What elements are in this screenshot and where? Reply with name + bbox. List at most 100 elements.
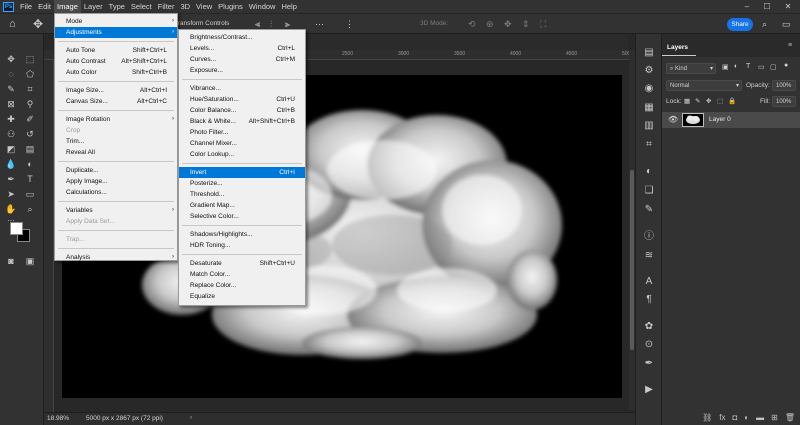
healing-brush-icon[interactable]: ✚ — [5, 113, 17, 125]
layer-style-icon[interactable]: fx — [719, 413, 725, 422]
menu-item-selective-color[interactable]: Selective Color... — [179, 211, 305, 222]
menu-item-apply-image[interactable]: Apply Image... — [55, 176, 177, 187]
menu-item-calculations[interactable]: Calculations... — [55, 187, 177, 198]
menu-3d[interactable]: 3D — [177, 0, 193, 13]
menu-item-canvas-size[interactable]: Canvas Size... Alt+Ctrl+C — [55, 96, 177, 107]
brushes-icon[interactable]: ✎ — [643, 204, 655, 216]
lasso-tool-icon[interactable]: ◌ — [5, 68, 17, 80]
eyedropper-tool-icon[interactable]: ⚲ — [24, 98, 36, 110]
menu-item-desaturate[interactable]: Desaturate Shift+Ctrl+U — [179, 258, 305, 269]
layer-mask-icon[interactable]: ◘ — [732, 413, 737, 422]
opacity-input[interactable]: 100% — [772, 80, 796, 91]
brush-tool-icon[interactable]: ✐ — [24, 113, 36, 125]
menu-image[interactable]: Image — [54, 0, 81, 13]
swatches-icon[interactable]: ▦ — [643, 102, 655, 114]
vertical-ruler[interactable] — [44, 60, 54, 412]
menu-edit[interactable]: Edit — [35, 0, 54, 13]
menu-item-equalize[interactable]: Equalize — [179, 291, 305, 302]
distribute-icon[interactable]: ⋯ — [315, 19, 324, 30]
filter-toggle-icon[interactable]: ● — [784, 62, 788, 69]
history-icon[interactable]: ▤ — [643, 47, 655, 59]
menu-item-vibrance[interactable]: Vibrance... — [179, 83, 305, 94]
share-button[interactable]: Share — [727, 18, 753, 31]
lock-position-icon[interactable]: ✥ — [706, 97, 711, 105]
pen-tool-icon[interactable]: ✒ — [5, 173, 17, 185]
filter-adjustment-icon[interactable]: ◐ — [734, 63, 738, 70]
menu-item-analysis[interactable]: Analysis › — [55, 252, 177, 263]
menu-item-auto-color[interactable]: Auto Color Shift+Ctrl+B — [55, 67, 177, 78]
menu-plugins[interactable]: Plugins — [215, 0, 246, 13]
new-layer-icon[interactable]: ⊞ — [771, 413, 778, 422]
navigator-icon[interactable]: ⊙ — [643, 339, 655, 351]
tab-layers[interactable]: Layers — [662, 41, 696, 56]
new-adjustment-icon[interactable]: ◐ — [744, 413, 749, 422]
menu-item-levels[interactable]: Levels... Ctrl+L — [179, 43, 305, 54]
menu-item-duplicate[interactable]: Duplicate... — [55, 165, 177, 176]
zoom-level[interactable]: 18.98% — [47, 415, 69, 422]
minimize-icon[interactable]: – — [738, 0, 756, 13]
visibility-eye-icon[interactable]: 👁 — [668, 115, 678, 124]
menu-item-image-size[interactable]: Image Size... Alt+Ctrl+I — [55, 85, 177, 96]
menu-help[interactable]: Help — [278, 0, 299, 13]
menu-item-mode[interactable]: Mode › — [55, 16, 177, 27]
menu-item-exposure[interactable]: Exposure... — [179, 65, 305, 76]
layer-name[interactable]: Layer 0 — [709, 116, 731, 123]
panel-menu-icon[interactable]: ≡ — [788, 42, 792, 49]
menu-item-threshold[interactable]: Threshold... — [179, 189, 305, 200]
layer-row[interactable]: 👁 Layer 0 — [662, 112, 800, 128]
filter-pixel-icon[interactable]: ▣ — [722, 63, 729, 71]
properties-icon[interactable]: ⚙ — [643, 65, 655, 77]
frame-tool-icon[interactable]: ⊠ — [5, 98, 17, 110]
link-layers-icon[interactable]: ⛓ — [702, 413, 712, 422]
menu-item-brightness-contrast[interactable]: Brightness/Contrast... — [179, 32, 305, 43]
paragraph-icon[interactable]: ¶ — [643, 294, 655, 306]
blend-mode-select[interactable]: Normal ▾ — [666, 80, 742, 91]
menu-item-trim[interactable]: Trim... — [55, 136, 177, 147]
new-group-icon[interactable]: ▬ — [756, 413, 764, 422]
home-icon[interactable]: ⌂ — [9, 18, 21, 30]
status-arrow-icon[interactable]: › — [190, 415, 192, 421]
filter-shape-icon[interactable]: ▭ — [758, 63, 765, 71]
patterns-icon[interactable]: ⌗ — [643, 139, 655, 151]
search-icon[interactable]: ⌕ — [762, 19, 767, 30]
menu-item-hue-saturation[interactable]: Hue/Saturation... Ctrl+U — [179, 94, 305, 105]
distribute-vertical-icon[interactable]: ⋮ — [345, 19, 354, 30]
menu-item-variables[interactable]: Variables › — [55, 205, 177, 216]
artboard-tool-icon[interactable]: ⬚ — [24, 53, 36, 65]
zoom-tool-icon[interactable]: ⌕ — [24, 203, 36, 215]
menu-item-adjustments[interactable]: Adjustments › — [55, 27, 177, 38]
scrollbar-thumb[interactable] — [630, 170, 634, 350]
history-brush-icon[interactable]: ↺ — [24, 128, 36, 140]
styles-icon[interactable]: ✿ — [643, 321, 655, 333]
polygonal-lasso-icon[interactable]: ⬠ — [24, 68, 36, 80]
menu-layer[interactable]: Layer — [81, 0, 106, 13]
menu-item-color-lookup[interactable]: Color Lookup... — [179, 149, 305, 160]
hand-tool-icon[interactable]: ✋ — [5, 203, 17, 215]
menu-item-color-balance[interactable]: Color Balance... Ctrl+B — [179, 105, 305, 116]
type-tool-icon[interactable]: T — [24, 173, 36, 185]
menu-item-gradient-map[interactable]: Gradient Map... — [179, 200, 305, 211]
menu-item-black-white[interactable]: Black & White... Alt+Shift+Ctrl+B — [179, 116, 305, 127]
menu-item-photo-filter[interactable]: Photo Filter... — [179, 127, 305, 138]
menu-item-auto-contrast[interactable]: Auto Contrast Alt+Shift+Ctrl+L — [55, 56, 177, 67]
menu-item-match-color[interactable]: Match Color... — [179, 269, 305, 280]
menu-select[interactable]: Select — [128, 0, 155, 13]
paths-icon[interactable]: ✒ — [643, 358, 655, 370]
fill-input[interactable]: 100% — [772, 96, 796, 107]
lock-image-icon[interactable]: ✎ — [695, 97, 700, 105]
menu-item-posterize[interactable]: Posterize... — [179, 178, 305, 189]
quick-select-tool-icon[interactable]: ✎ — [5, 83, 17, 95]
kind-filter-select[interactable]: ⌕ Kind ▾ — [666, 63, 716, 74]
gradients-icon[interactable]: ▥ — [643, 120, 655, 132]
rectangle-tool-icon[interactable]: ▭ — [24, 188, 36, 200]
menu-type[interactable]: Type — [106, 0, 128, 13]
path-select-icon[interactable]: ➤ — [5, 188, 17, 200]
eraser-tool-icon[interactable]: ◩ — [5, 143, 17, 155]
screen-mode-icon[interactable]: ▣ — [24, 255, 36, 267]
menu-file[interactable]: File — [17, 0, 35, 13]
filter-type-icon[interactable]: T — [746, 63, 750, 70]
menu-item-curves[interactable]: Curves... Ctrl+M — [179, 54, 305, 65]
foreground-color-swatch[interactable] — [10, 222, 23, 235]
color-icon[interactable]: ◉ — [643, 83, 655, 95]
menu-item-shadows-highlights[interactable]: Shadows/Highlights... — [179, 229, 305, 240]
